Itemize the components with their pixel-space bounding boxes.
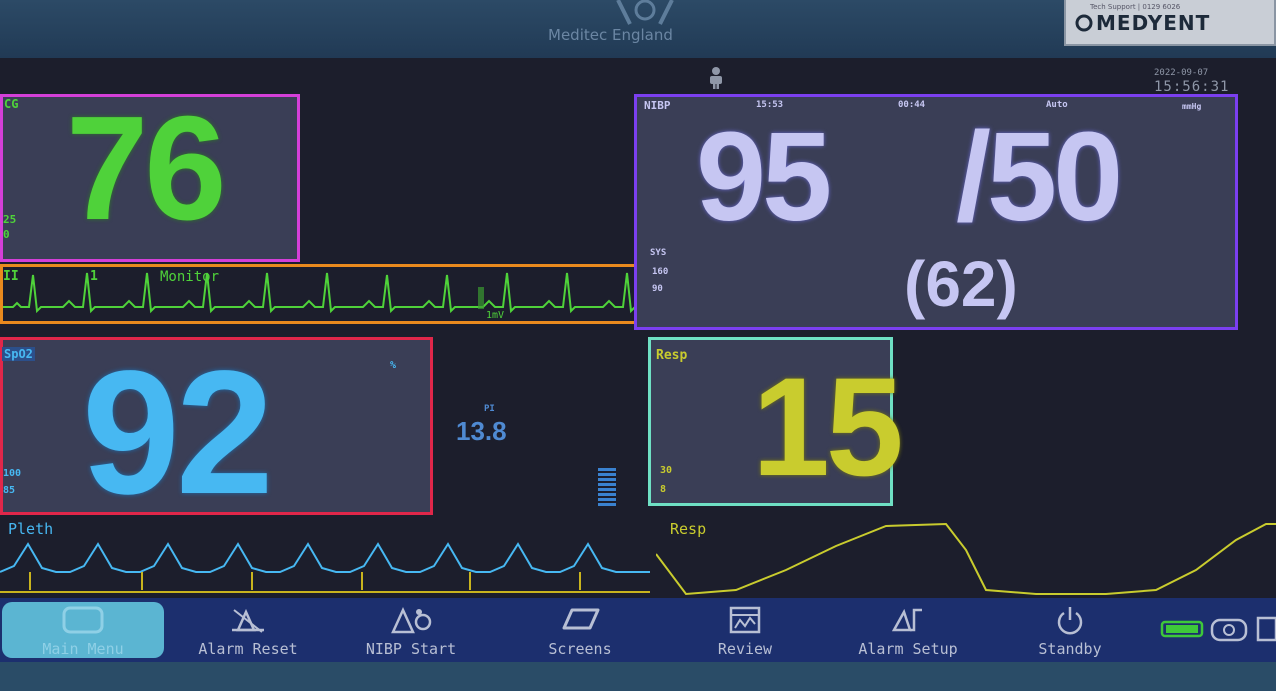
status-icons bbox=[1160, 616, 1276, 642]
vendor-badge: Tech Support | 0129 6026 MEDYENT bbox=[1064, 0, 1276, 46]
review-icon bbox=[729, 606, 761, 634]
perfusion-bar-graph bbox=[598, 468, 616, 508]
spo2-value: 92 bbox=[82, 335, 274, 531]
main-menu-button[interactable]: Main Menu bbox=[2, 602, 164, 658]
alarm-setup-icon bbox=[891, 608, 922, 632]
resp-waveform bbox=[656, 522, 1276, 596]
alarm-reset-label: Alarm Reset bbox=[198, 640, 298, 658]
nibp-unit: mmHg bbox=[1182, 102, 1202, 111]
diastolic-value: /50 bbox=[956, 106, 1123, 247]
heart-rate-value: 76 bbox=[66, 86, 227, 251]
nibp-limit-low: 90 bbox=[652, 284, 663, 294]
vendor-logo-icon bbox=[1075, 14, 1093, 32]
power-icon bbox=[1057, 607, 1083, 635]
ecg-label: CG bbox=[4, 97, 19, 111]
nibp-sys-label: SYS bbox=[650, 248, 667, 258]
device-icon bbox=[1256, 616, 1276, 642]
status-date: 2022-09-07 bbox=[1154, 68, 1209, 78]
bell-off-icon bbox=[232, 608, 264, 633]
spo2-limit-high: 100 bbox=[3, 468, 22, 479]
ecg-limit-high: 25 bbox=[3, 213, 17, 226]
main-menu-label: Main Menu bbox=[42, 640, 124, 658]
device-bottom-bezel bbox=[0, 662, 1276, 691]
nibp-limit-high: 160 bbox=[652, 267, 669, 277]
pi-value: 13.8 bbox=[456, 416, 507, 446]
cuff-icon bbox=[391, 606, 432, 634]
mean-pressure-value: (62) bbox=[904, 248, 1018, 320]
vendor-name: MEDYENT bbox=[1096, 11, 1211, 35]
screens-label: Screens bbox=[548, 640, 612, 658]
pleth-waveform bbox=[0, 542, 650, 593]
resp-limit-high: 30 bbox=[660, 465, 673, 476]
patient-icon bbox=[710, 67, 722, 89]
nibp-start-button[interactable]: NIBP Start bbox=[336, 602, 486, 658]
spo2-unit: % bbox=[390, 360, 397, 371]
nibp-label: NIBP bbox=[644, 99, 671, 112]
pi-label: PI bbox=[484, 404, 495, 414]
monitor-icon bbox=[62, 606, 104, 634]
nibp-start-label: NIBP Start bbox=[365, 640, 457, 658]
spo2-limit-low: 85 bbox=[3, 485, 16, 496]
ecg-waveform bbox=[3, 272, 636, 314]
nibp-interval: 00:44 bbox=[898, 100, 926, 110]
screens-icon bbox=[562, 608, 600, 630]
device-bezel: Meditec England Tech Support | 0129 6026… bbox=[0, 0, 1276, 58]
review-button[interactable]: Review bbox=[670, 602, 820, 658]
brand-name: Meditec England bbox=[548, 26, 673, 44]
alarm-setup-button[interactable]: Alarm Setup bbox=[830, 602, 986, 658]
review-label: Review bbox=[717, 640, 773, 658]
standby-button[interactable]: Standby bbox=[1000, 602, 1140, 658]
status-time: 15:56:31 bbox=[1154, 79, 1230, 95]
network-icon bbox=[1210, 618, 1248, 642]
resp-label: Resp bbox=[656, 348, 688, 363]
ecg-limit-low: 0 bbox=[3, 228, 10, 241]
standby-label: Standby bbox=[1038, 640, 1102, 658]
vendor-support-text: Tech Support | 0129 6026 bbox=[1090, 3, 1181, 11]
spo2-label: SpO2 bbox=[2, 347, 35, 361]
alarm-reset-button[interactable]: Alarm Reset bbox=[168, 602, 328, 658]
systolic-value: 95 bbox=[696, 106, 832, 247]
meditec-logo-icon bbox=[616, 0, 674, 25]
resp-limit-low: 8 bbox=[660, 484, 667, 495]
battery-icon bbox=[1160, 620, 1204, 638]
screens-button[interactable]: Screens bbox=[506, 602, 654, 658]
resp-rate-value: 15 bbox=[752, 348, 904, 505]
alarm-setup-label: Alarm Setup bbox=[858, 640, 958, 658]
